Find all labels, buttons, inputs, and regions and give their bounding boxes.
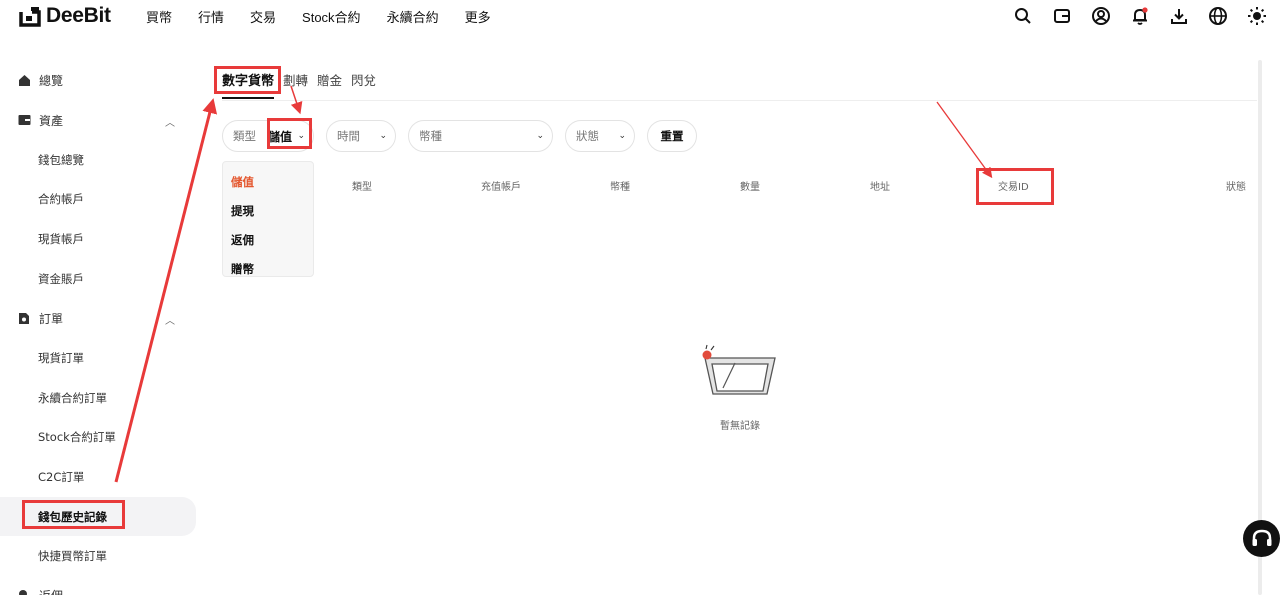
sidebar-item-funding-account[interactable]: 資金賬戶 <box>0 259 200 299</box>
nav-trade[interactable]: 交易 <box>250 7 276 26</box>
annotation-box-digital-tab <box>214 66 281 94</box>
type-dropdown-menu: 儲值 提現 返佣 贈幣 <box>222 161 314 277</box>
sidebar-item-wallet-overview[interactable]: 錢包總覽 <box>0 140 200 180</box>
sidebar-label-overview: 總覽 <box>39 73 64 88</box>
nav-buy-crypto[interactable]: 買幣 <box>146 7 172 26</box>
tab-transfer[interactable]: 劃轉 <box>283 70 308 99</box>
annotation-box-wallet-history <box>22 500 125 529</box>
main-content: 數字貨幣 劃轉 贈金 閃兌 類型 儲值 ⌄ 時間 ⌄ 幣種 ⌄ 狀態 ⌄ 重置 … <box>200 60 1262 595</box>
chevron-up-icon[interactable]: ︿ <box>165 312 175 327</box>
coin-select[interactable]: 幣種 ⌄ <box>408 120 553 152</box>
sidebar-item-spot-account[interactable]: 現貨帳戶 <box>0 219 200 259</box>
col-deposit-account: 充值帳戶 <box>481 182 521 193</box>
order-document-icon <box>17 311 31 325</box>
empty-state-text: 暫無記錄 <box>720 421 760 432</box>
sidebar-group-assets[interactable]: 資產 ︿ <box>0 100 200 140</box>
annotation-box-transaction-id <box>976 168 1054 205</box>
chevron-up-icon[interactable]: ︿ <box>165 114 175 129</box>
sidebar-label-rebate: 返佣 <box>39 587 63 595</box>
sidebar-group-rebate[interactable]: 返佣 <box>0 576 200 595</box>
brand-name: DeeBit <box>46 4 111 27</box>
annotation-box-type-value <box>267 118 312 149</box>
empty-state-illustration <box>690 341 790 405</box>
headset-icon <box>1252 529 1271 546</box>
bell-icon[interactable] <box>1129 5 1151 27</box>
tab-flash-swap[interactable]: 閃兌 <box>351 70 376 99</box>
reset-button[interactable]: 重置 <box>647 120 697 152</box>
nav-markets[interactable]: 行情 <box>198 7 224 26</box>
status-select[interactable]: 狀態 ⌄ <box>565 120 635 152</box>
wallet-icon <box>17 113 31 127</box>
empty-box-icon <box>702 344 776 395</box>
col-coin: 幣種 <box>610 182 630 193</box>
nav-more[interactable]: 更多 <box>465 7 491 26</box>
status-label: 狀態 <box>576 129 599 143</box>
sidebar-item-overview[interactable]: 總覽 <box>0 60 200 100</box>
sidebar-item-contract-account[interactable]: 合約帳戶 <box>0 180 200 220</box>
tab-bonus[interactable]: 贈金 <box>317 70 342 99</box>
rebate-icon <box>17 589 31 595</box>
time-label: 時間 <box>337 129 360 143</box>
globe-icon[interactable] <box>1207 5 1229 27</box>
dropdown-option-rebate[interactable]: 返佣 <box>223 225 313 254</box>
sidebar-item-spot-orders[interactable]: 現貨訂單 <box>0 338 200 378</box>
top-navigation: DeeBit 買幣 行情 交易 Stock合約 永續合約 更多 <box>0 0 1280 32</box>
wallet-icon[interactable] <box>1051 5 1073 27</box>
chevron-down-icon: ⌄ <box>536 131 544 141</box>
sidebar-item-stock-orders[interactable]: Stock合約訂單 <box>0 418 200 458</box>
dropdown-option-deposit[interactable]: 儲值 <box>223 167 313 196</box>
nav-stock-futures[interactable]: Stock合約 <box>302 7 361 26</box>
sidebar-label-assets: 資產 <box>39 113 64 128</box>
top-icons <box>995 5 1268 27</box>
sidebar-label-orders: 訂單 <box>39 311 64 326</box>
customer-support-button[interactable] <box>1243 520 1280 557</box>
col-type: 類型 <box>352 182 372 193</box>
col-address: 地址 <box>870 182 890 193</box>
download-icon[interactable] <box>1168 5 1190 27</box>
home-icon <box>17 73 31 87</box>
sidebar-item-quick-buy-orders[interactable]: 快捷買幣訂單 <box>0 536 200 576</box>
sun-icon[interactable] <box>1246 5 1268 27</box>
brand-logo[interactable]: DeeBit <box>19 4 111 28</box>
dropdown-option-gift[interactable]: 贈幣 <box>223 254 313 283</box>
col-amount: 數量 <box>740 182 760 193</box>
sidebar-item-perpetual-orders[interactable]: 永續合約訂單 <box>0 378 200 418</box>
chevron-down-icon: ⌄ <box>618 131 626 141</box>
type-label: 類型 <box>233 129 256 143</box>
page-scrollbar[interactable] <box>1258 60 1262 595</box>
user-icon[interactable] <box>1090 5 1112 27</box>
col-status: 狀態 <box>1226 182 1246 193</box>
search-icon[interactable] <box>1012 5 1034 27</box>
coin-label: 幣種 <box>419 129 442 143</box>
dropdown-option-withdraw[interactable]: 提現 <box>223 196 313 225</box>
chevron-down-icon: ⌄ <box>379 131 387 141</box>
nav-perpetual-futures[interactable]: 永續合約 <box>387 7 439 26</box>
tabs-divider <box>222 100 1257 101</box>
table-header: 類型 充值帳戶 幣種 數量 地址 交易ID 狀態 <box>200 178 1260 193</box>
time-select[interactable]: 時間 ⌄ <box>326 120 396 152</box>
deebit-logo-icon <box>19 7 41 27</box>
sidebar-group-orders[interactable]: 訂單 ︿ <box>0 298 200 338</box>
main-nav: 買幣 行情 交易 Stock合約 永續合約 更多 <box>146 7 517 26</box>
sidebar-item-c2c-orders[interactable]: C2C訂單 <box>0 457 200 497</box>
